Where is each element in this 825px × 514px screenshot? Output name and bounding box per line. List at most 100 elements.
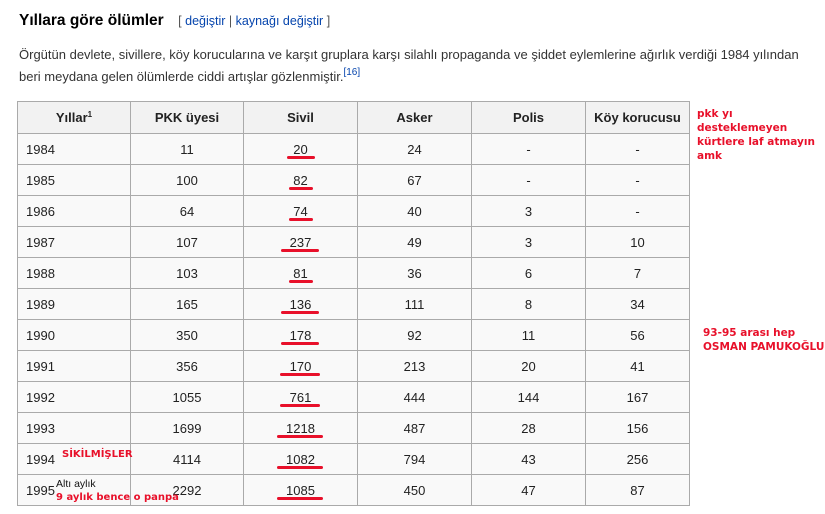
cell-year: 1993 (17, 412, 131, 444)
civil-number: 74 (293, 203, 308, 219)
cell-village-guard: 87 (585, 474, 690, 506)
civil-value: 170 (280, 359, 321, 376)
cell-soldier: 67 (357, 164, 472, 196)
red-underline-mark (277, 496, 324, 500)
cell-civil: 761 (243, 381, 358, 413)
cell-village-guard: 34 (585, 288, 690, 320)
cell-civil: 237 (243, 226, 358, 258)
cell-police: 3 (471, 226, 586, 258)
cell-village-guard: - (585, 195, 690, 227)
cell-soldier: 487 (357, 412, 472, 444)
annotation-middle-right: 93-95 arası hep OSMAN PAMUKOĞLU (703, 326, 824, 354)
cell-village-guard: - (585, 164, 690, 196)
civil-number: 81 (293, 265, 308, 281)
year-value: 1990 (26, 327, 55, 343)
edit-source-link[interactable]: kaynağı değiştir (236, 14, 324, 28)
cell-police: 144 (471, 381, 586, 413)
cell-soldier: 40 (357, 195, 472, 227)
civil-number: 136 (289, 296, 312, 312)
edit-link[interactable]: değiştir (185, 14, 225, 28)
cell-year: 1995 Altı aylık 9 aylık bence o panpa (17, 474, 179, 506)
cell-police: 47 (471, 474, 586, 506)
header-footnote[interactable]: 1 (88, 110, 92, 119)
year-value: 1994 (26, 451, 55, 467)
red-underline-mark (286, 155, 315, 159)
section-heading: Yıllara göre ölümler [ değiştir | kaynağ… (19, 12, 330, 30)
civil-value: 74 (288, 203, 313, 221)
civil-value: 82 (288, 172, 313, 190)
year-value: 1993 (26, 420, 55, 436)
cell-police: 8 (471, 288, 586, 320)
civil-number: 82 (293, 172, 308, 188)
bracket-open: [ (178, 14, 182, 28)
edit-separator: | (228, 14, 233, 28)
cell-police: 3 (471, 195, 586, 227)
civil-value: 136 (281, 296, 320, 314)
civil-number: 1082 (286, 451, 315, 467)
table-row: 1984 11 20 24- - (17, 133, 690, 165)
cell-pkk: 165 (130, 288, 244, 320)
table-row: 1995 Altı aylık 9 aylık bence o panpa 2292 1… (17, 474, 690, 506)
year-value: 1991 (26, 358, 55, 374)
cell-civil: 20 (243, 133, 358, 165)
cell-soldier: 444 (357, 381, 472, 413)
cell-civil: 81 (243, 257, 358, 289)
cell-civil: 1082 (243, 443, 358, 475)
section-title: Yıllara göre ölümler (19, 12, 164, 29)
cell-village-guard: 56 (585, 319, 690, 351)
cell-civil: 178 (243, 319, 358, 351)
civil-value: 761 (280, 389, 321, 407)
year-value: 1984 (26, 141, 55, 157)
year-value: 1986 (26, 203, 55, 219)
cell-village-guard: 256 (585, 443, 690, 475)
red-underline-mark (277, 434, 324, 438)
header-civil: Sivil (243, 101, 358, 134)
civil-value: 1082 (277, 451, 324, 469)
cell-village-guard: - (585, 133, 690, 165)
cell-soldier: 111 (357, 288, 472, 320)
cell-soldier: 36 (357, 257, 472, 289)
table-row: 1986 64 74 40 3- (17, 195, 690, 227)
cell-pkk: 1699 (130, 412, 244, 444)
cell-pkk: 1055 (130, 381, 244, 413)
civil-number: 761 (289, 389, 312, 405)
civil-value: 1218 (277, 420, 324, 438)
cell-year: 1992 (17, 381, 131, 413)
cell-soldier: 213 (357, 350, 472, 382)
table-row: 1989 165 136 111 8 34 (17, 288, 690, 320)
civil-number: 1218 (286, 420, 315, 436)
annotation-1994: SİKİLMİŞLER (62, 449, 133, 460)
red-underline-mark (281, 310, 320, 314)
red-underline-mark (288, 217, 313, 221)
cell-civil: 170 (243, 350, 358, 382)
cell-soldier: 49 (357, 226, 472, 258)
red-underline-mark (280, 403, 321, 407)
year-value: 1992 (26, 389, 55, 405)
cell-year: 1987 (17, 226, 131, 258)
cell-year: 1985 (17, 164, 131, 196)
cell-pkk: 100 (130, 164, 244, 196)
cell-year: 1988 (17, 257, 131, 289)
cell-year: 1990 (17, 319, 131, 351)
citation-link[interactable]: [16] (343, 67, 360, 78)
cell-year: 1994 SİKİLMİŞLER (17, 443, 133, 475)
table-row: 1992 1055 761 444 144 167 (17, 381, 690, 413)
table-row: 1993 1699 1218 487 28 156 (17, 412, 690, 444)
cell-pkk: 103 (130, 257, 244, 289)
cell-soldier: 794 (357, 443, 472, 475)
civil-number: 237 (289, 234, 312, 250)
header-police: Polis (471, 101, 586, 134)
table-row: 1987 107 237 49 3 10 (17, 226, 690, 258)
table-row: 1994 SİKİLMİŞLER 4114 1082 794 43 256 (17, 443, 690, 475)
cell-police: 43 (471, 443, 586, 475)
red-underline-mark (281, 341, 320, 345)
cell-civil: 1218 (243, 412, 358, 444)
cell-year: 1989 (17, 288, 131, 320)
cell-soldier: 92 (357, 319, 472, 351)
red-underline-mark (281, 248, 320, 252)
cell-village-guard: 167 (585, 381, 690, 413)
table-header-row: Yıllar1 PKK üyesi Sivil Asker Polis Köy … (17, 101, 690, 134)
intro-text: Örgütün devlete, sivillere, köy korucula… (19, 47, 799, 84)
year-value: 1995 (26, 482, 55, 498)
civil-value: 81 (288, 265, 313, 283)
